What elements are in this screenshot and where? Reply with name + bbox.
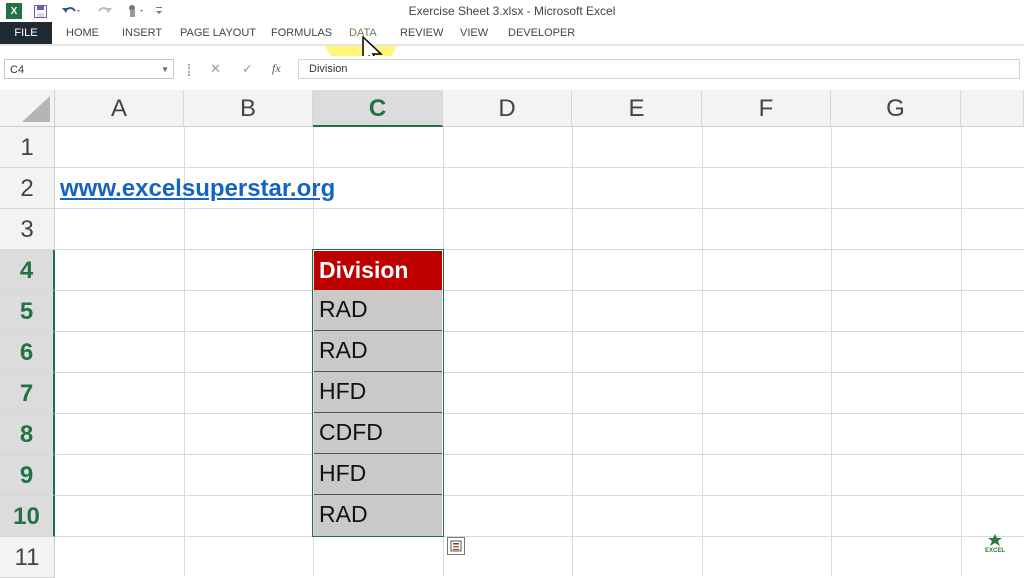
name-box-value: C4 [10, 64, 25, 76]
quick-analysis-button[interactable] [447, 537, 465, 555]
gridline [55, 249, 1024, 250]
excel-superstar-logo: EXCEL [980, 534, 1010, 562]
ribbon-divider [0, 44, 1024, 46]
tab-file[interactable]: FILE [0, 22, 52, 44]
row-header-7[interactable]: 7 [0, 373, 55, 414]
name-box[interactable]: C4 ▼ [4, 59, 174, 79]
tab-view[interactable]: VIEW [460, 22, 488, 44]
gridline [55, 536, 1024, 537]
row-header-6[interactable]: 6 [0, 332, 55, 373]
worksheet-grid: A B C D E F G 1 2 3 4 5 6 7 8 9 10 11 ww… [0, 90, 1024, 578]
window-title: Exercise Sheet 3.xlsx - Microsoft Excel [408, 4, 616, 18]
tab-developer[interactable]: DEVELOPER [508, 22, 575, 44]
column-header-a[interactable]: A [55, 90, 184, 127]
tab-home[interactable]: HOME [66, 22, 99, 44]
title-bar: X Exercise Sheet 3.xlsx - Microsoft Exce… [0, 0, 1024, 22]
row-header-2[interactable]: 2 [0, 168, 55, 209]
ribbon-tabs: FILE HOME INSERT PAGE LAYOUT FORMULAS DA… [0, 22, 1024, 44]
chevron-down-icon[interactable]: ▼ [161, 60, 169, 80]
logo-text: EXCEL [984, 548, 1005, 554]
row-header-5[interactable]: 5 [0, 291, 55, 332]
column-header-b[interactable]: B [184, 90, 313, 127]
column-header-e[interactable]: E [572, 90, 702, 127]
tab-review[interactable]: REVIEW [400, 22, 443, 44]
website-link[interactable]: www.excelsuperstar.org [60, 175, 335, 202]
column-header-g[interactable]: G [831, 90, 961, 127]
cell-a2[interactable]: www.excelsuperstar.org [55, 168, 335, 208]
gridline [55, 290, 1024, 291]
row-header-10[interactable]: 10 [0, 496, 55, 537]
gridline [55, 208, 1024, 209]
insert-function-icon[interactable]: fx [272, 61, 281, 76]
column-header-d[interactable]: D [443, 90, 572, 127]
enter-icon[interactable]: ✓ [242, 61, 253, 77]
gridline [572, 127, 573, 576]
gridline [55, 454, 1024, 455]
gridline [961, 127, 962, 576]
cancel-icon[interactable]: ✕ [210, 61, 221, 77]
tab-page-layout[interactable]: PAGE LAYOUT [180, 22, 256, 44]
tab-formulas[interactable]: FORMULAS [271, 22, 332, 44]
gridline [702, 127, 703, 576]
row-header-8[interactable]: 8 [0, 414, 55, 455]
gridline [55, 495, 1024, 496]
gridline [55, 331, 1024, 332]
row-header-4[interactable]: 4 [0, 250, 55, 291]
gridline [831, 127, 832, 576]
select-all-button[interactable] [0, 90, 55, 127]
formula-bar-grip[interactable] [188, 64, 192, 76]
column-header-f[interactable]: F [702, 90, 831, 127]
row-header-9[interactable]: 9 [0, 455, 55, 496]
tab-insert[interactable]: INSERT [122, 22, 162, 44]
selection-border [312, 249, 444, 537]
gridline [55, 413, 1024, 414]
gridline [55, 372, 1024, 373]
formula-input[interactable]: Division [298, 59, 1020, 79]
row-header-11[interactable]: 11 [0, 537, 55, 578]
formula-bar: C4 ▼ ✕ ✓ fx Division [0, 56, 1024, 82]
row-header-3[interactable]: 3 [0, 209, 55, 250]
column-header-c[interactable]: C [313, 90, 443, 127]
row-header-1[interactable]: 1 [0, 127, 55, 168]
column-header-h[interactable] [961, 90, 1024, 127]
